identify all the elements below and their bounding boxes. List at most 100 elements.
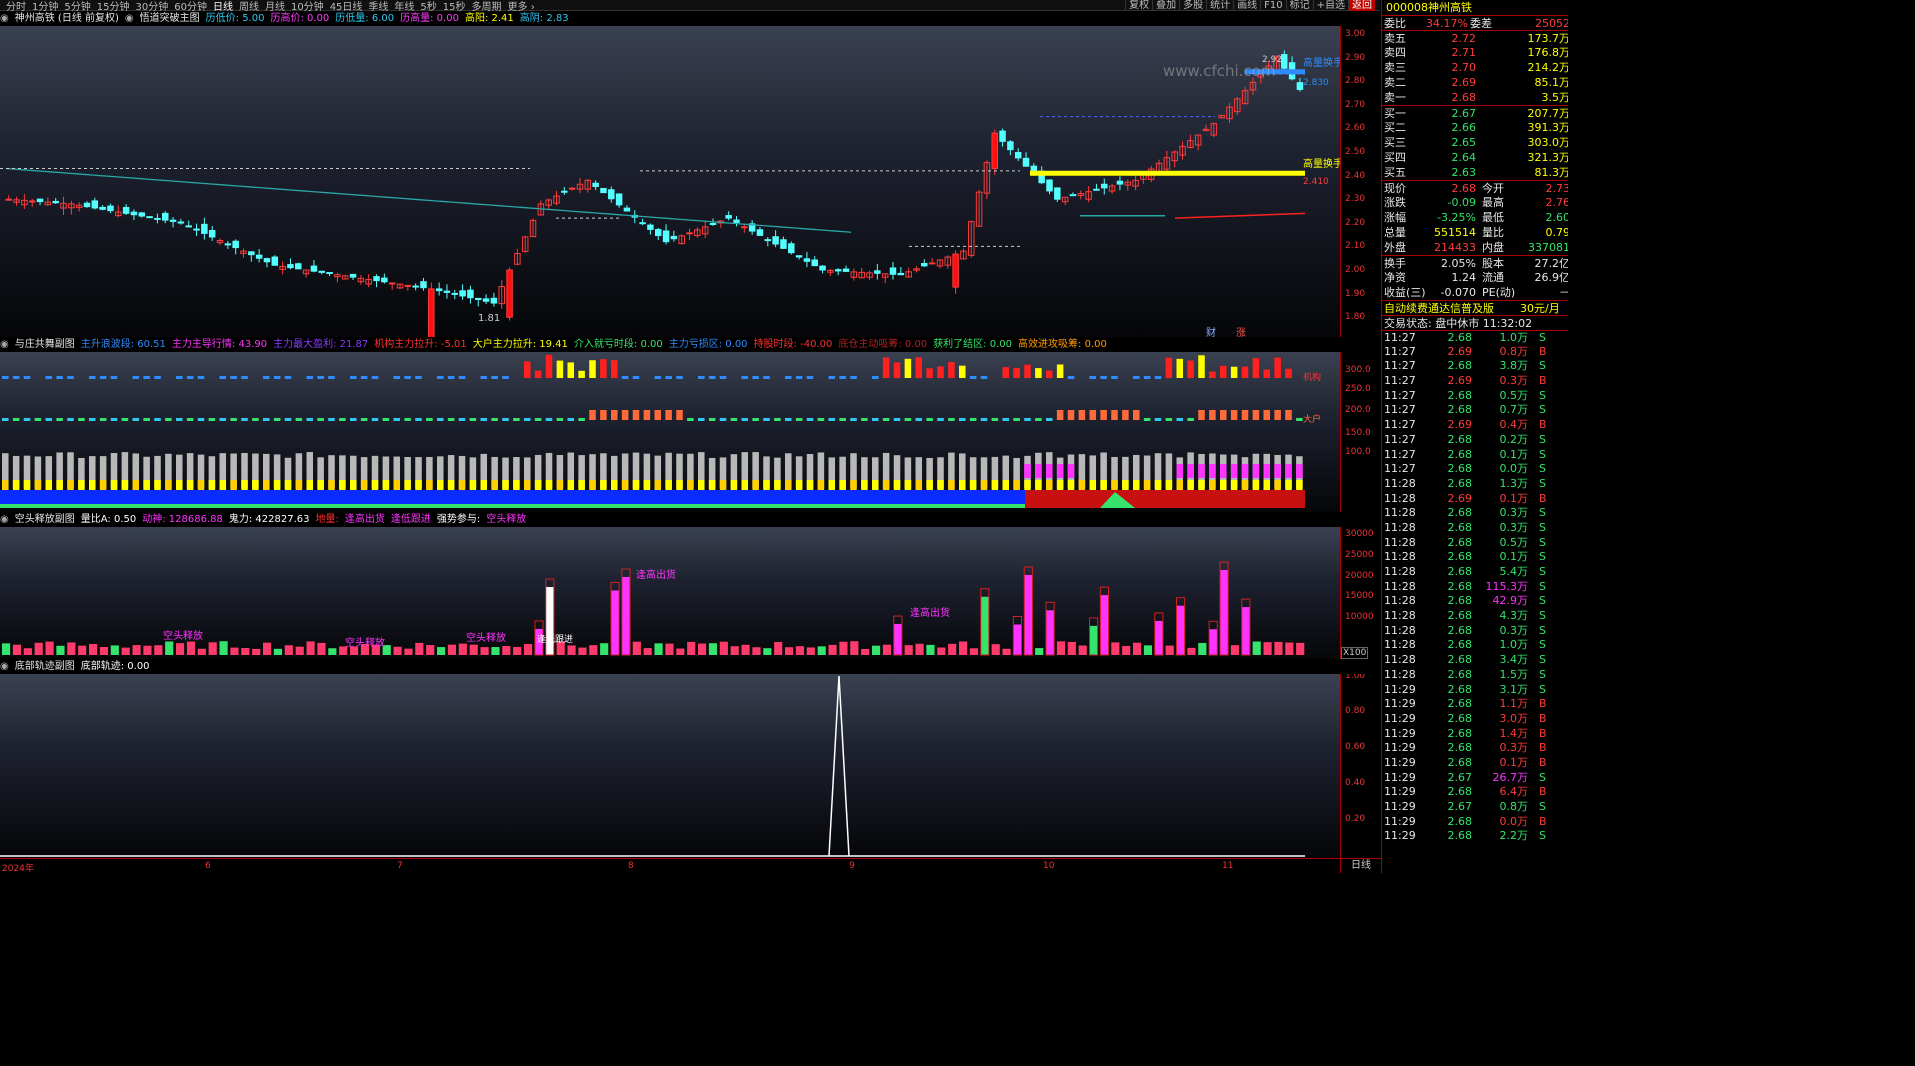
sub-chart-2-name[interactable]: 空头释放副图 — [15, 514, 75, 525]
quote-cell: 2.67 — [1447, 770, 1473, 784]
bar-yellow — [99, 480, 107, 490]
bar-dahu — [393, 418, 401, 421]
stat-row: 收益(三)-0.070PE(动)－ — [1382, 285, 1568, 300]
volume-bar — [197, 648, 206, 655]
chart-label: 逢低跟进 — [537, 633, 573, 645]
tick-row: 11:29 2.68 3.0万 B — [1382, 712, 1568, 727]
quote-cell: 11:29 — [1384, 682, 1416, 696]
sub-chart-1-name[interactable]: 与庄共舞副图 — [15, 339, 75, 350]
collapse-icon[interactable]: ◉ — [0, 661, 9, 672]
chart-label: 逢高出货 — [910, 606, 950, 619]
main-chart-panel[interactable]: 1.81 2.92 高量换手 高量换手 2.830 2.410 财涨 www.cfchi.c… — [0, 26, 1340, 337]
quote-cell: 11:27 — [1384, 344, 1416, 358]
bar-dahu — [795, 418, 803, 421]
collapse-icon[interactable]: ◉ — [125, 13, 134, 24]
collapse-icon[interactable]: ◉ — [0, 13, 9, 24]
sub-chart-3-panel[interactable] — [0, 674, 1340, 858]
bar-yellow — [1078, 480, 1086, 490]
axis-tick-label: 2.80 — [1345, 76, 1366, 87]
volume-bar — [915, 643, 924, 655]
volume-bar — [1089, 625, 1098, 655]
bar-yellow — [991, 480, 999, 490]
quote-cell: 买三 — [1384, 136, 1406, 149]
bar-dahu — [56, 418, 63, 421]
quote-cell: 0.0万 — [1499, 814, 1529, 828]
candle-body — [373, 276, 380, 282]
sub-chart-2-panel[interactable]: 空头释放 空头释放 空头释放 逢高出货 逢高出货 逢低跟进 — [0, 527, 1340, 659]
quote-cell: B — [1539, 491, 1547, 505]
candle-body — [600, 187, 607, 194]
sub-chart-1-axis: 300.0 250.0 200.0 150.0 100.0 — [1340, 352, 1381, 512]
quote-cell: 2.69 — [1447, 374, 1473, 388]
bar-dahu — [67, 418, 74, 421]
bar-blue — [415, 376, 422, 379]
quote-cell: 股本 — [1482, 257, 1504, 270]
axis-tick-label: 2.10 — [1345, 241, 1366, 252]
indicator-name[interactable]: 悟道突破主图 — [140, 13, 200, 24]
indicator-value: 主力最大盈利: 21.87 — [273, 339, 369, 350]
bar-dahu — [132, 418, 140, 421]
bar-magenta — [1198, 464, 1205, 478]
toolbar-button[interactable]: 多股 — [1179, 0, 1206, 11]
bar-dahu — [1111, 410, 1118, 420]
toolbar-button[interactable]: 复权 — [1125, 0, 1152, 11]
bar-magenta — [1187, 464, 1194, 478]
quote-cell: 2.2万 — [1499, 829, 1529, 843]
quote-cell: 11:29 — [1384, 800, 1416, 813]
bar-institution — [1176, 358, 1184, 378]
quote-cell: 11:28 — [1384, 594, 1416, 608]
candle-body — [1069, 194, 1077, 197]
bar-dahu — [350, 418, 357, 421]
period-label[interactable]: 日线 — [1340, 858, 1381, 873]
quote-cell: 涨幅 — [1384, 211, 1406, 224]
toolbar-button[interactable]: 标记 — [1285, 0, 1313, 11]
bar-yellow — [708, 480, 716, 490]
band-green — [0, 504, 1030, 508]
toolbar-button[interactable]: 统计 — [1206, 0, 1233, 11]
sub-chart-1-panel[interactable]: 机构 大户 — [0, 352, 1340, 512]
quote-cell: 买一 — [1384, 107, 1406, 120]
sub-chart-3-name[interactable]: 底部轨迹副图 — [15, 661, 75, 672]
toolbar-button[interactable]: 返回 — [1348, 0, 1375, 11]
axis-tick-label: 1.80 — [1345, 312, 1366, 323]
toolbar-button[interactable]: F10 — [1260, 0, 1285, 11]
volume-bar — [882, 644, 892, 655]
bar-dahu — [502, 418, 509, 421]
bar-blue — [1100, 376, 1107, 379]
axis-tick-label: 25000 — [1345, 550, 1374, 560]
toolbar-button[interactable]: 画线 — [1233, 0, 1260, 11]
ask-row: 卖一 2.68 3.5万 — [1382, 90, 1568, 105]
quote-cell: S — [1539, 653, 1546, 667]
quote-cell: 176.8万 — [1527, 46, 1569, 59]
bar-dahu — [730, 418, 738, 421]
stat-row: 涨跌 -0.09 最高 2.76 — [1382, 195, 1568, 210]
quote-cell: S — [1539, 506, 1546, 520]
quote-cell: 2.69 — [1447, 491, 1473, 505]
ask-row: 卖三 2.70 214.2万 — [1382, 60, 1568, 75]
bar-yellow — [12, 480, 20, 490]
bar-institution — [1187, 360, 1194, 378]
collapse-icon[interactable]: ◉ — [0, 514, 9, 525]
tick-row: 11:27 2.68 1.0万 S — [1382, 330, 1568, 345]
quote-cell: 26.7万 — [1492, 770, 1529, 784]
quote-cell: S — [1539, 550, 1546, 564]
quote-cell: S — [1539, 359, 1546, 373]
candle-body — [921, 263, 928, 267]
sub-chart-3-title: ◉ 底部轨迹副图 底部轨迹: 0.00 — [0, 660, 1340, 674]
volume-bar — [795, 646, 805, 655]
indicator-value: 逢低跟进 — [390, 514, 431, 525]
bar-yellow — [34, 480, 42, 490]
axis-tick-label: 2.20 — [1345, 217, 1366, 228]
collapse-icon[interactable]: ◉ — [0, 339, 9, 350]
bar-dahu — [491, 418, 498, 421]
toolbar-button[interactable]: +自选 — [1312, 0, 1348, 11]
bar-yellow — [1111, 480, 1118, 490]
toolbar-button[interactable]: 叠加 — [1152, 0, 1179, 11]
indicator-value: 高阳: 2.41 — [464, 13, 514, 24]
bar-blue — [67, 376, 74, 379]
volume-bar — [861, 648, 870, 655]
candle-body — [615, 193, 623, 206]
quote-cell: 2.68 — [1447, 829, 1473, 843]
volume-bar — [708, 643, 718, 655]
bar-institution — [611, 360, 618, 378]
